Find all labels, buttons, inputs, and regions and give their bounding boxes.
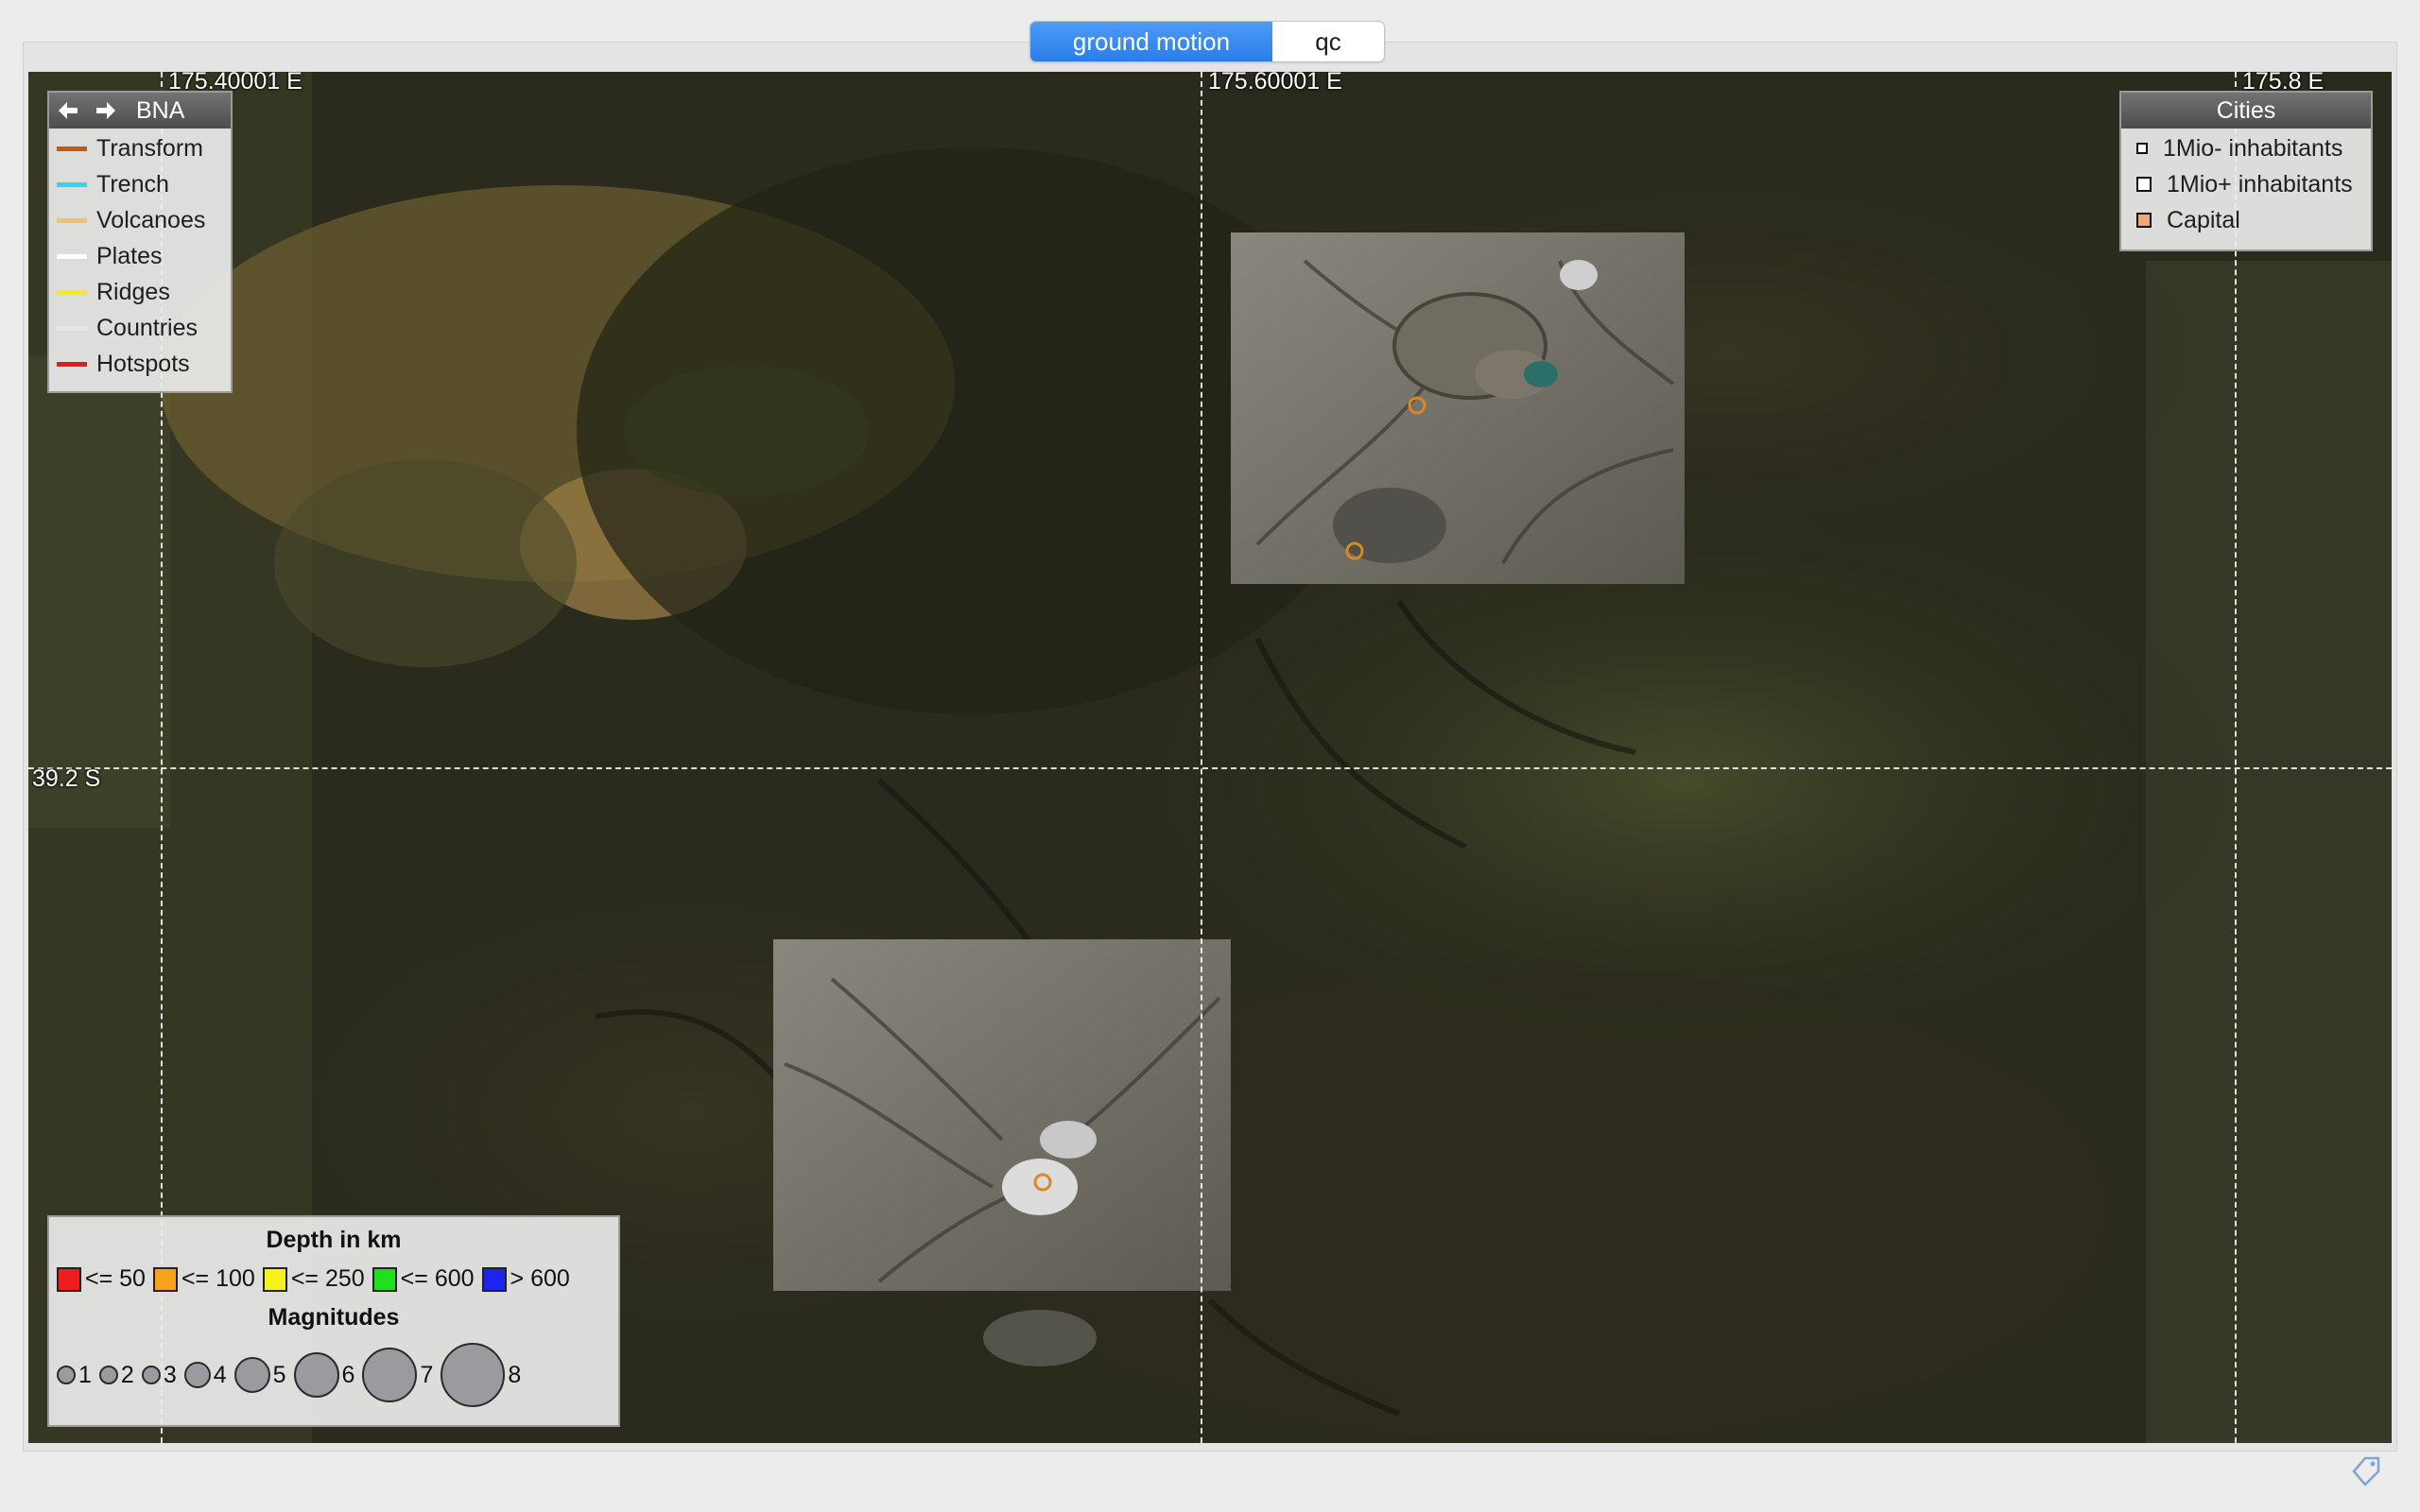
depth-legend-label: > 600 (510, 1265, 570, 1292)
line-swatch-icon (57, 181, 87, 187)
volcano-marker[interactable] (1345, 541, 1364, 560)
line-swatch-icon (57, 289, 87, 295)
line-swatch-icon (57, 146, 87, 151)
layer-legend-label: Hotspots (96, 350, 190, 377)
layer-legend-label: Volcanoes (96, 206, 206, 233)
magnitude-circle-icon (362, 1348, 418, 1402)
line-swatch-icon (57, 217, 87, 223)
tab-qc[interactable]: qc (1272, 22, 1384, 61)
cities-legend-header: Cities (2121, 93, 2371, 129)
depth-legend-item: > 600 (481, 1265, 570, 1293)
depth-color-swatch (262, 1266, 287, 1292)
magnitude-legend-label: 8 (508, 1361, 522, 1388)
depth-legend-label: <= 50 (85, 1265, 146, 1292)
layer-legend-item[interactable]: Hotspots (49, 346, 231, 382)
magnitude-circle-icon (233, 1357, 270, 1393)
cities-legend-item[interactable]: 1Mio- inhabitants (2121, 130, 2371, 166)
magnitude-legend-label: 1 (78, 1361, 92, 1388)
city-square-icon (2136, 177, 2152, 192)
layer-legend-label: Countries (96, 314, 198, 341)
depth-magnitude-legend: Depth in km <= 50 <= 100 <= 250 <= 600 > 600… (47, 1215, 620, 1427)
magnitude-circle-icon (293, 1352, 339, 1398)
view-mode-segmented-control: ground motion qc (1029, 21, 1385, 62)
depth-legend-item: <= 100 (152, 1265, 255, 1293)
magnitude-circle-icon (183, 1362, 211, 1388)
arrow-left-icon[interactable] (49, 94, 87, 127)
magnitude-legend-item: 2 (98, 1361, 134, 1389)
magnitude-legend-label: 3 (163, 1361, 177, 1388)
arrow-right-icon[interactable] (87, 94, 125, 127)
depth-legend-label: <= 250 (290, 1265, 365, 1292)
magnitude-legend-item: 8 (441, 1343, 521, 1407)
magnitude-legend-label: 6 (341, 1361, 355, 1388)
depth-legend-label: <= 100 (181, 1265, 255, 1292)
cities-legend-title: Cities (2216, 96, 2276, 124)
city-square-icon (2136, 143, 2148, 154)
cities-legend-item[interactable]: 1Mio+ inhabitants (2121, 166, 2371, 202)
depth-legend-item: <= 50 (57, 1265, 146, 1293)
layer-legend-item[interactable]: Countries (49, 310, 231, 346)
magnitude-legend-item: 7 (362, 1348, 433, 1402)
layer-legend-item[interactable]: Plates (49, 238, 231, 274)
line-swatch-icon (57, 325, 87, 331)
layer-legend-header: BNA (49, 93, 231, 129)
layer-legend-label: Trench (96, 170, 169, 198)
magnitude-circle-icon (98, 1366, 118, 1384)
tag-icon[interactable] (2350, 1454, 2382, 1491)
volcano-marker[interactable] (1033, 1173, 1052, 1192)
magnitude-legend-item: 3 (141, 1361, 177, 1389)
depth-color-swatch (57, 1266, 81, 1292)
magnitude-legend-item: 4 (183, 1361, 227, 1389)
layer-legend-item[interactable]: Transform (49, 130, 231, 166)
city-square-icon (2136, 213, 2152, 228)
line-swatch-icon (57, 253, 87, 259)
magnitude-legend-item: 5 (233, 1357, 286, 1393)
depth-legend-label: <= 600 (400, 1265, 475, 1292)
depth-color-swatch (372, 1266, 397, 1292)
magnitude-circle-icon (141, 1366, 161, 1384)
magnitude-circle-icon (441, 1343, 506, 1407)
layer-legend-item[interactable]: Volcanoes (49, 202, 231, 238)
layer-legend-label: Ridges (96, 278, 170, 305)
depth-color-swatch (481, 1266, 507, 1292)
magnitude-legend-label: 4 (213, 1361, 227, 1388)
layer-legend-label: Transform (96, 134, 203, 162)
layer-legend-item[interactable]: Ridges (49, 274, 231, 310)
magnitude-legend-item: 6 (293, 1352, 355, 1398)
volcano-marker[interactable] (1408, 396, 1426, 415)
magnitude-legend-label: 7 (420, 1361, 434, 1388)
depth-legend-item: <= 250 (262, 1265, 365, 1293)
tab-ground-motion[interactable]: ground motion (1030, 22, 1272, 61)
depth-legend-title: Depth in km (266, 1227, 402, 1253)
magnitude-legend-label: 5 (272, 1361, 286, 1388)
magnitude-circle-icon (57, 1366, 76, 1384)
layer-legend-title: BNA (136, 96, 185, 124)
line-swatch-icon (57, 361, 87, 367)
depth-legend-item: <= 600 (372, 1265, 475, 1293)
layer-legend-label: Plates (96, 242, 163, 269)
depth-color-swatch (152, 1266, 178, 1292)
magnitude-legend-title: Magnitudes (268, 1304, 400, 1331)
cities-legend-label: 1Mio- inhabitants (2163, 134, 2343, 162)
cities-legend-label: Capital (2167, 206, 2240, 233)
cities-legend-item[interactable]: Capital (2121, 202, 2371, 238)
magnitude-legend-label: 2 (120, 1361, 134, 1388)
layer-legend: BNA Transform Trench Volcanoes Plates Ridges… (47, 91, 233, 393)
cities-legend-label: 1Mio+ inhabitants (2167, 170, 2353, 198)
cities-legend: Cities 1Mio- inhabitants 1Mio+ inhabitant… (2119, 91, 2373, 251)
layer-legend-item[interactable]: Trench (49, 166, 231, 202)
magnitude-legend-item: 1 (57, 1362, 92, 1389)
